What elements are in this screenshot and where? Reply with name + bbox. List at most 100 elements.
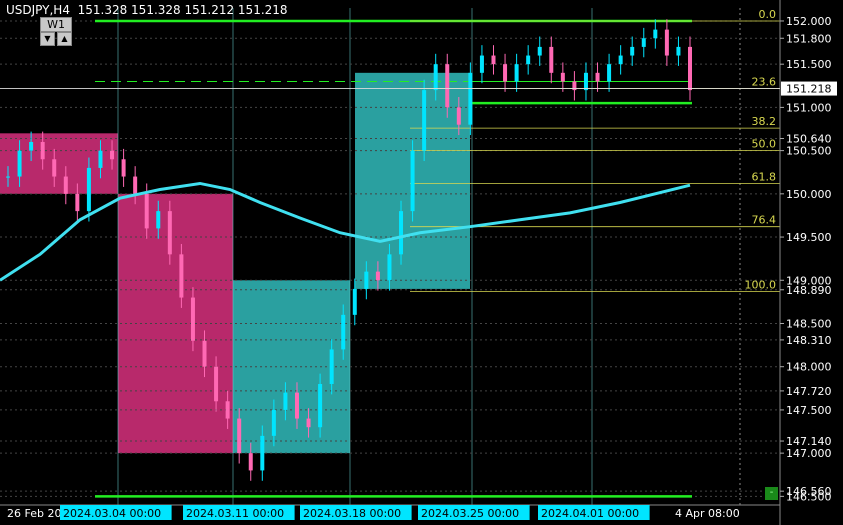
price-chart[interactable]: 0.0 23.6 38.2 50.0 61.8 76.4 100.0 152.000 151.8… (0, 0, 843, 525)
candle-body (190, 297, 195, 341)
candle-body (225, 401, 230, 419)
price-tick-label: 149.500 (786, 231, 832, 244)
period-arrows: ▼ ▲ (40, 32, 72, 46)
candle-body (248, 453, 253, 471)
candle-body (121, 159, 126, 177)
candle-body (6, 176, 10, 178)
price-tick-label: 148.000 (786, 361, 832, 374)
candle-body (167, 211, 172, 255)
candle-body (179, 254, 184, 298)
current-price-label: 151.218 (786, 83, 832, 96)
candle-body (641, 38, 646, 47)
time-label: 2024.03.04 00:00 (63, 507, 161, 520)
price-tick-label: 147.140 (786, 435, 832, 448)
fib-label: 50.0 (752, 138, 777, 151)
candle-body (653, 29, 658, 39)
price-tick-label: 151.000 (786, 101, 832, 114)
ohlc-values: 151.328 151.328 151.212 151.218 (77, 3, 288, 17)
candle-body (664, 29, 669, 56)
price-tick-label: 147.000 (786, 447, 832, 460)
candle-body (17, 150, 22, 177)
candle-body (595, 72, 600, 82)
candle-body (364, 271, 369, 289)
price-tick-label: 148.890 (786, 284, 832, 297)
price-tick-label: 151.800 (786, 32, 832, 45)
chart-window[interactable]: 0.0 23.6 38.2 50.0 61.8 76.4 100.0 152.000 151.8… (0, 0, 843, 525)
time-label: 4 Apr 08:00 (675, 507, 740, 520)
candle-body (630, 46, 635, 56)
down-arrow-icon[interactable]: ▼ (40, 32, 55, 46)
price-tick-label: 147.500 (786, 404, 832, 417)
candle-body (607, 64, 612, 82)
time-label: 2024.03.25 00:00 (421, 507, 519, 520)
candle-body (375, 271, 380, 281)
moving-average-line (0, 181, 691, 282)
period-button[interactable]: W1 (40, 17, 72, 32)
candle-body (468, 72, 473, 125)
candle-body (40, 141, 45, 160)
symbol-label: USDJPY,H4 (6, 3, 70, 17)
candle-body (283, 392, 288, 410)
candle-body (387, 254, 392, 281)
price-tick-label: 146.500 (786, 490, 832, 503)
candle-body (341, 314, 346, 350)
time-label: 26 Feb 20 (7, 507, 61, 520)
candle-body (133, 176, 138, 194)
candle-body (503, 64, 508, 82)
candle-body (75, 193, 80, 212)
candle-body (560, 72, 565, 82)
candle-body (433, 64, 438, 91)
candle-body (237, 418, 242, 454)
candle-body (260, 435, 265, 471)
candle-body (294, 392, 299, 419)
candle-body (526, 55, 531, 65)
time-label: 2024.04.01 00:00 (541, 507, 639, 520)
fib-label: 100.0 (745, 279, 777, 292)
time-label: 2024.03.18 00:00 (303, 507, 401, 520)
candle-body (156, 211, 161, 229)
candle-body (29, 141, 34, 151)
candle-body (399, 211, 404, 255)
candle-body (618, 55, 623, 65)
up-arrow-icon[interactable]: ▲ (57, 32, 72, 46)
candle-body (422, 90, 427, 151)
price-tick-label: 150.000 (786, 188, 832, 201)
candle-body (63, 176, 68, 194)
chart-header: USDJPY,H4 151.328 151.328 151.212 151.21… (6, 3, 288, 17)
candle-body (410, 150, 415, 212)
candle-body (491, 55, 496, 65)
candle-body (306, 418, 311, 428)
candle-body (214, 366, 219, 402)
fib-label: 76.4 (752, 214, 777, 227)
price-tick-label: 148.500 (786, 317, 832, 330)
time-label: 2024.03.11 00:00 (186, 507, 284, 520)
minus-button[interactable]: - (765, 487, 778, 500)
candle-body (202, 340, 207, 367)
fib-label: 0.0 (759, 8, 777, 21)
candle-body (271, 409, 276, 436)
fib-label: 23.6 (752, 76, 777, 89)
candle-body (98, 150, 103, 168)
candle-body (537, 46, 542, 56)
candle-body (688, 46, 692, 91)
candle-body (583, 72, 588, 91)
candle-body (549, 46, 554, 73)
fib-label: 61.8 (752, 170, 777, 183)
candle-body (86, 167, 91, 212)
candle-body (445, 64, 450, 108)
candle-body (318, 383, 323, 428)
price-tick-label: 147.720 (786, 385, 832, 398)
price-tick-label: 148.310 (786, 334, 832, 347)
candle-body (514, 64, 519, 82)
fib-label: 38.2 (752, 115, 777, 128)
price-tick-label: 150.500 (786, 145, 832, 158)
price-tick-label: 152.000 (786, 15, 832, 28)
candle-body (456, 107, 461, 125)
price-tick-label: 151.500 (786, 58, 832, 71)
candle-body (110, 150, 115, 160)
candle-body (329, 349, 334, 384)
candle-body (352, 288, 357, 315)
candle-body (52, 159, 57, 177)
price-tick-label: 150.640 (786, 133, 832, 146)
candle-body (479, 55, 484, 73)
